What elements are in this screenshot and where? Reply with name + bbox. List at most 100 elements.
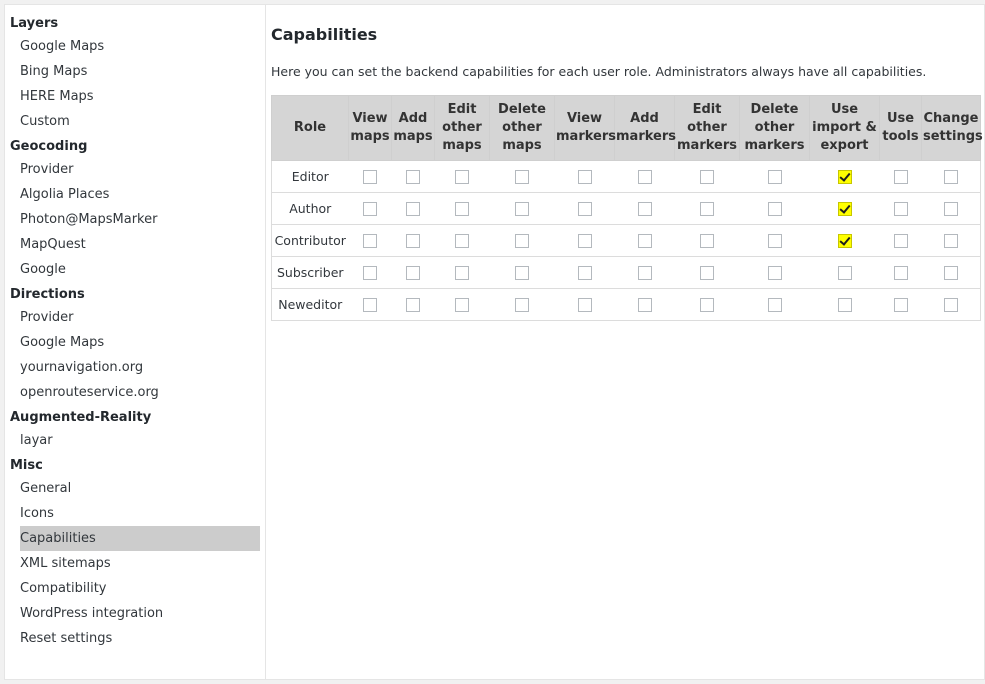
capability-checkbox[interactable] — [577, 266, 592, 281]
capability-checkbox[interactable] — [577, 234, 592, 249]
capability-checkbox[interactable] — [515, 266, 529, 281]
sidebar-item[interactable]: Custom — [20, 109, 260, 134]
settings-panel: Layers Google Maps Bing Maps HERE Maps Custo… — [4, 4, 985, 680]
capability-checkbox[interactable] — [767, 202, 782, 217]
capability-checkbox[interactable] — [515, 202, 529, 217]
capability-cell — [554, 288, 615, 321]
capability-checkbox[interactable] — [893, 266, 908, 281]
capability-checkbox[interactable] — [455, 266, 469, 281]
capability-checkbox[interactable] — [406, 234, 420, 249]
capability-checkbox[interactable] — [406, 266, 420, 281]
capability-checkbox[interactable] — [363, 170, 377, 185]
capability-checkbox[interactable] — [363, 298, 377, 313]
capability-checkbox[interactable] — [455, 298, 469, 313]
sidebar-item-label: Provider — [20, 162, 74, 177]
capability-checkbox[interactable] — [700, 234, 714, 249]
sidebar-item[interactable]: MapQuest — [20, 232, 260, 257]
sidebar-item[interactable]: Google Maps — [20, 330, 260, 355]
page-title: Capabilities — [271, 25, 378, 44]
capability-checkbox[interactable] — [455, 202, 469, 217]
capability-checkbox[interactable] — [363, 202, 377, 217]
capability-checkbox[interactable] — [943, 170, 958, 185]
sidebar-item[interactable]: Bing Maps — [20, 59, 260, 84]
capability-checkbox[interactable] — [837, 202, 852, 217]
capability-checkbox[interactable] — [943, 266, 958, 281]
capability-cell — [391, 224, 435, 257]
role-name: Contributor — [271, 224, 349, 257]
sidebar-item-label: Capabilities — [20, 531, 96, 546]
sidebar-item[interactable]: Algolia Places — [20, 182, 260, 207]
capability-cell — [809, 160, 880, 193]
capability-checkbox[interactable] — [700, 298, 714, 313]
capability-checkbox[interactable] — [515, 298, 529, 313]
capability-checkbox[interactable] — [637, 170, 652, 185]
capability-checkbox[interactable] — [455, 170, 469, 185]
sidebar-item[interactable]: Google — [20, 257, 260, 282]
capability-checkbox[interactable] — [943, 202, 958, 217]
capability-checkbox[interactable] — [700, 170, 714, 185]
capability-checkbox[interactable] — [767, 170, 782, 185]
column-header: Edit other markers — [674, 95, 740, 161]
sidebar-item[interactable]: HERE Maps — [20, 84, 260, 109]
column-header: Add markers — [614, 95, 676, 161]
capability-checkbox[interactable] — [893, 234, 908, 249]
capability-checkbox[interactable] — [700, 266, 714, 281]
sidebar-item[interactable]: openrouteservice.org — [20, 380, 260, 405]
capability-checkbox[interactable] — [406, 202, 420, 217]
capability-checkbox[interactable] — [943, 298, 958, 313]
sidebar-item[interactable]: Icons — [20, 501, 260, 526]
capability-checkbox[interactable] — [515, 170, 529, 185]
capability-checkbox[interactable] — [837, 234, 852, 249]
capability-checkbox[interactable] — [363, 266, 377, 281]
role-name: Subscriber — [271, 256, 349, 289]
capability-checkbox[interactable] — [455, 234, 469, 249]
sidebar-item[interactable]: Provider — [20, 305, 260, 330]
capability-checkbox[interactable] — [406, 170, 420, 185]
sidebar-item-label: XML sitemaps — [20, 556, 111, 571]
sidebar-item[interactable]: General — [20, 476, 260, 501]
sidebar-item[interactable]: Photon@MapsMarker — [20, 207, 260, 232]
capability-checkbox[interactable] — [637, 298, 652, 313]
sidebar-item-label: Photon@MapsMarker — [20, 212, 158, 227]
capability-checkbox[interactable] — [767, 266, 782, 281]
sidebar-item-label: Bing Maps — [20, 64, 88, 79]
sidebar-item-label: MapQuest — [20, 237, 86, 252]
capability-checkbox[interactable] — [893, 298, 908, 313]
capability-checkbox[interactable] — [767, 298, 782, 313]
sidebar-item[interactable]: yournavigation.org — [20, 355, 260, 380]
settings-sidebar: Layers Google Maps Bing Maps HERE Maps Custo… — [5, 5, 266, 679]
capability-checkbox[interactable] — [837, 298, 852, 313]
sidebar-item[interactable]: layar — [20, 428, 260, 453]
capability-checkbox[interactable] — [943, 234, 958, 249]
capability-cell — [391, 256, 435, 289]
capability-checkbox[interactable] — [577, 202, 592, 217]
capability-checkbox[interactable] — [637, 266, 652, 281]
capability-checkbox[interactable] — [893, 170, 908, 185]
capability-checkbox[interactable] — [406, 298, 420, 313]
capability-checkbox[interactable] — [637, 202, 652, 217]
capability-checkbox[interactable] — [577, 170, 592, 185]
sidebar-item[interactable]: XML sitemaps — [20, 551, 260, 576]
capability-cell — [674, 160, 740, 193]
capability-checkbox[interactable] — [637, 234, 652, 249]
sidebar-item-label: Icons — [20, 506, 54, 521]
table-row: Neweditor — [271, 288, 981, 321]
capability-checkbox[interactable] — [767, 234, 782, 249]
capability-cell — [391, 160, 435, 193]
capability-cell — [879, 192, 922, 225]
capability-cell — [434, 160, 490, 193]
capability-checkbox[interactable] — [837, 170, 852, 185]
capability-checkbox[interactable] — [893, 202, 908, 217]
sidebar-item[interactable]: Provider — [20, 157, 260, 182]
sidebar-item[interactable]: Compatibility — [20, 576, 260, 601]
capability-checkbox[interactable] — [837, 266, 852, 281]
sidebar-item[interactable]: Google Maps — [20, 34, 260, 59]
capability-checkbox[interactable] — [577, 298, 592, 313]
sidebar-item[interactable]: Reset settings — [20, 626, 260, 651]
capability-checkbox[interactable] — [363, 234, 377, 249]
capability-cell — [614, 192, 675, 225]
capability-checkbox[interactable] — [515, 234, 529, 249]
sidebar-item[interactable]: WordPress integration — [20, 601, 260, 626]
sidebar-item[interactable]: Capabilities — [20, 526, 260, 551]
capability-checkbox[interactable] — [700, 202, 714, 217]
